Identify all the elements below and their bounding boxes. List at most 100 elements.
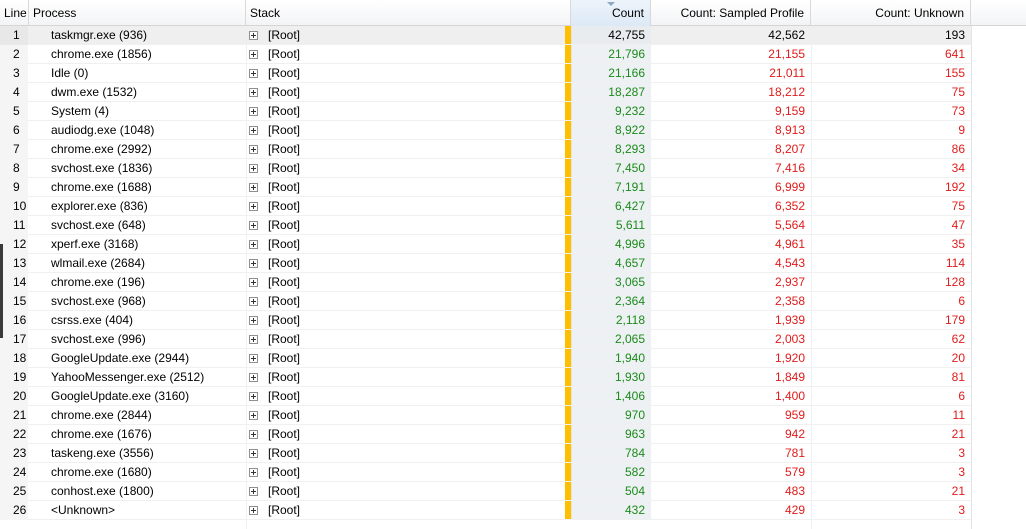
count-value: 4,996 xyxy=(571,235,651,254)
table-row[interactable]: 3 Idle (0) [Root] 21,166 21,011 155 xyxy=(0,64,1026,83)
table-row[interactable]: 13 wlmail.exe (2684) [Root] 4,657 4,543 114 xyxy=(0,254,1026,273)
expand-plus-icon[interactable] xyxy=(249,183,258,192)
stack-root: [Root] xyxy=(268,104,301,118)
sampled-profile-value: 4,961 xyxy=(774,237,805,251)
process-name: GoogleUpdate.exe (3160) xyxy=(51,389,190,403)
count-value: 2,065 xyxy=(571,330,651,349)
process-name: YahooMessenger.exe (2512) xyxy=(51,370,205,384)
splitter-handle[interactable] xyxy=(0,244,3,338)
sampled-profile-value: 6,999 xyxy=(774,180,805,194)
table-row[interactable]: 2 chrome.exe (1856) [Root] 21,796 21,155 641 xyxy=(0,45,1026,64)
sampled-profile-value: 42,562 xyxy=(768,28,805,42)
table-row[interactable]: 23 taskeng.exe (3556) [Root] 784 781 3 xyxy=(0,444,1026,463)
stack-root: [Root] xyxy=(268,294,301,308)
expand-plus-icon[interactable] xyxy=(249,316,258,325)
table-row[interactable]: 15 svchost.exe (968) [Root] 2,364 2,358 6 xyxy=(0,292,1026,311)
expand-plus-icon[interactable] xyxy=(249,354,258,363)
column-header-process[interactable]: Process xyxy=(29,0,246,26)
expand-plus-icon[interactable] xyxy=(249,88,258,97)
count-value: 2,118 xyxy=(571,311,651,330)
table-row[interactable]: 7 chrome.exe (2992) [Root] 8,293 8,207 86 xyxy=(0,140,1026,159)
table-row[interactable]: 1 taskmgr.exe (936) [Root] 42,755 42,562 193 xyxy=(0,26,1026,45)
column-header-unknown[interactable]: Count: Unknown xyxy=(811,0,971,26)
sort-descending-icon xyxy=(607,2,615,6)
stack-root: [Root] xyxy=(268,370,301,384)
table-row[interactable]: 25 conhost.exe (1800) [Root] 504 483 21 xyxy=(0,482,1026,501)
expand-plus-icon[interactable] xyxy=(249,506,258,515)
column-header-count[interactable]: Count xyxy=(571,0,651,26)
column-header-stack[interactable]: Stack xyxy=(246,0,571,26)
line-number: 12 xyxy=(0,235,28,254)
expand-plus-icon[interactable] xyxy=(249,145,258,154)
count-value: 7,191 xyxy=(571,178,651,197)
unknown-value: 6 xyxy=(958,294,965,308)
count-value: 7,450 xyxy=(571,159,651,178)
sampled-profile-value: 5,564 xyxy=(774,218,805,232)
process-name: <Unknown> xyxy=(51,503,116,517)
expand-plus-icon[interactable] xyxy=(249,69,258,78)
table-row[interactable]: 21 chrome.exe (2844) [Root] 970 959 11 xyxy=(0,406,1026,425)
table-row[interactable]: 9 chrome.exe (1688) [Root] 7,191 6,999 192 xyxy=(0,178,1026,197)
stack-root: [Root] xyxy=(268,503,301,517)
process-name: audiodg.exe (1048) xyxy=(51,123,155,137)
expand-plus-icon[interactable] xyxy=(249,202,258,211)
expand-plus-icon[interactable] xyxy=(249,31,258,40)
table-row[interactable]: 24 chrome.exe (1680) [Root] 582 579 3 xyxy=(0,463,1026,482)
sampled-profile-value: 942 xyxy=(784,427,805,441)
unknown-value: 193 xyxy=(944,28,965,42)
expand-plus-icon[interactable] xyxy=(249,50,258,59)
table-row[interactable]: 20 GoogleUpdate.exe (3160) [Root] 1,406 1,40… xyxy=(0,387,1026,406)
line-number: 1 xyxy=(0,26,28,45)
table-row[interactable]: 10 explorer.exe (836) [Root] 6,427 6,352 75 xyxy=(0,197,1026,216)
expand-plus-icon[interactable] xyxy=(249,487,258,496)
expand-plus-icon[interactable] xyxy=(249,430,258,439)
expand-plus-icon[interactable] xyxy=(249,411,258,420)
sampled-profile-value: 9,159 xyxy=(774,104,805,118)
count-value: 8,293 xyxy=(571,140,651,159)
table-row[interactable]: 18 GoogleUpdate.exe (2944) [Root] 1,940 1,92… xyxy=(0,349,1026,368)
table-row[interactable]: 22 chrome.exe (1676) [Root] 963 942 21 xyxy=(0,425,1026,444)
column-header-sampled-profile[interactable]: Count: Sampled Profile xyxy=(651,0,811,26)
line-number: 4 xyxy=(0,83,28,102)
process-name: chrome.exe (2844) xyxy=(51,408,152,422)
expand-plus-icon[interactable] xyxy=(249,373,258,382)
expand-plus-icon[interactable] xyxy=(249,449,258,458)
count-value: 6,427 xyxy=(571,197,651,216)
expand-plus-icon[interactable] xyxy=(249,164,258,173)
sampled-profile-value: 579 xyxy=(784,465,805,479)
line-number: 26 xyxy=(0,501,28,520)
expand-plus-icon[interactable] xyxy=(249,468,258,477)
line-number: 11 xyxy=(0,216,28,235)
expand-plus-icon[interactable] xyxy=(249,240,258,249)
column-header-line[interactable]: Line xyxy=(0,0,29,26)
unknown-value: 34 xyxy=(951,161,965,175)
count-value: 3,065 xyxy=(571,273,651,292)
table-row[interactable]: 26 <Unknown> [Root] 432 429 3 xyxy=(0,501,1026,520)
expand-plus-icon[interactable] xyxy=(249,107,258,116)
expand-plus-icon[interactable] xyxy=(249,335,258,344)
table-row[interactable]: 14 chrome.exe (196) [Root] 3,065 2,937 128 xyxy=(0,273,1026,292)
table-row[interactable]: 17 svchost.exe (996) [Root] 2,065 2,003 62 xyxy=(0,330,1026,349)
count-value: 21,796 xyxy=(571,45,651,64)
table-row[interactable]: 12 xperf.exe (3168) [Root] 4,996 4,961 35 xyxy=(0,235,1026,254)
expand-plus-icon[interactable] xyxy=(249,221,258,230)
table-row[interactable]: 16 csrss.exe (404) [Root] 2,118 1,939 179 xyxy=(0,311,1026,330)
expand-plus-icon[interactable] xyxy=(249,392,258,401)
table-row[interactable]: 4 dwm.exe (1532) [Root] 18,287 18,212 75 xyxy=(0,83,1026,102)
table-row[interactable]: 6 audiodg.exe (1048) [Root] 8,922 8,913 9 xyxy=(0,121,1026,140)
line-number: 22 xyxy=(0,425,28,444)
line-number: 7 xyxy=(0,140,28,159)
expand-plus-icon[interactable] xyxy=(249,297,258,306)
table-row[interactable]: 5 System (4) [Root] 9,232 9,159 73 xyxy=(0,102,1026,121)
expand-plus-icon[interactable] xyxy=(249,126,258,135)
expand-plus-icon[interactable] xyxy=(249,278,258,287)
count-value: 1,940 xyxy=(571,349,651,368)
table-row[interactable]: 11 svchost.exe (648) [Root] 5,611 5,564 47 xyxy=(0,216,1026,235)
column-header-bar: Line Process Stack Count Count: Sampled … xyxy=(0,0,1026,26)
unknown-value: 20 xyxy=(951,351,965,365)
stack-root: [Root] xyxy=(268,465,301,479)
table-row[interactable]: 8 svchost.exe (1836) [Root] 7,450 7,416 34 xyxy=(0,159,1026,178)
table-row[interactable]: 19 YahooMessenger.exe (2512) [Root] 1,930 1,… xyxy=(0,368,1026,387)
expand-plus-icon[interactable] xyxy=(249,259,258,268)
count-value: 18,287 xyxy=(571,83,651,102)
